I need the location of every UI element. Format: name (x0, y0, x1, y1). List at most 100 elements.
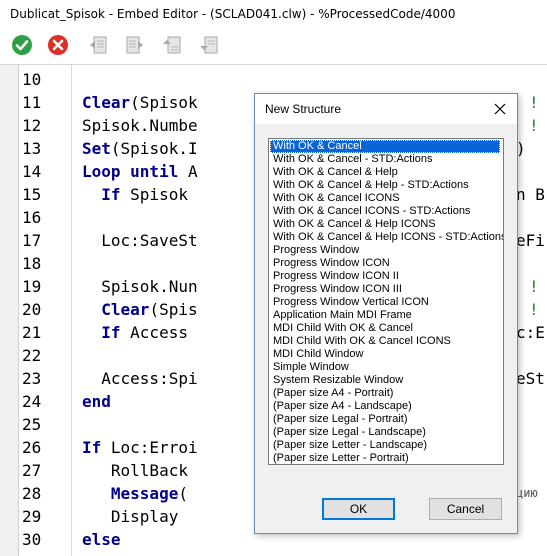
structure-list-item[interactable]: With OK & Cancel ICONS - STD:Actions (270, 205, 500, 218)
structure-list-item[interactable]: With OK & Cancel ICONS (270, 192, 500, 205)
code-fragment: c:E (516, 323, 545, 342)
ok-button[interactable]: OK (322, 498, 395, 520)
code-text: end (82, 390, 111, 413)
code-text: Set(Spisok.I (82, 137, 198, 160)
code-fragment: ! (529, 93, 539, 112)
cancel-button[interactable]: Cancel (429, 498, 502, 520)
code-fragment: ! (529, 300, 539, 319)
code-keyword: If (82, 185, 121, 204)
structure-list-item[interactable]: Progress Window ICON II (270, 270, 500, 283)
code-rest: Loc:Erroi (101, 438, 198, 457)
code-text: If Loc:Erroi (82, 436, 198, 459)
structure-list-item[interactable]: (Paper size A4 - Landscape) (270, 400, 500, 413)
code-rest: RollBack (82, 461, 188, 480)
structure-list-item[interactable]: (Paper size Letter - Landscape) (270, 439, 500, 452)
structure-list-item[interactable]: (Paper size Legal - Landscape) (270, 426, 500, 439)
code-text: If Spisok (82, 183, 188, 206)
line-number: 19 (22, 277, 42, 296)
code-keyword: Clear (82, 300, 150, 319)
code-fragment: n B (516, 185, 545, 204)
line-number: 23 (22, 369, 42, 388)
structure-list-item[interactable]: Progress Window ICON (270, 257, 500, 270)
code-rest: A (178, 162, 198, 181)
code-fragment: eSt (516, 369, 545, 388)
dialog-titlebar: New Structure (255, 94, 517, 124)
toolbar (0, 28, 547, 64)
code-text: Spisok.Nun (82, 275, 198, 298)
code-rest: (Spisok.I (110, 139, 198, 158)
code-rest: Access (120, 323, 188, 342)
line-number: 17 (22, 231, 42, 250)
structure-list-item[interactable]: Application Main MDI Frame (270, 309, 500, 322)
code-keyword: else (82, 530, 121, 549)
dialog-title: New Structure (265, 102, 342, 116)
code-fragment: цию (516, 486, 538, 500)
code-keyword: If (82, 323, 121, 342)
code-keyword: If (82, 438, 102, 457)
code-text: else (82, 528, 121, 551)
structure-list-item[interactable]: MDI Child With OK & Cancel ICONS (270, 335, 500, 348)
new-structure-dialog: New Structure With OK & Cancel With OK & … (254, 93, 518, 534)
code-rest: Loc:SaveSt (82, 231, 198, 250)
check-icon[interactable] (10, 33, 34, 57)
nav-next-icon[interactable] (123, 33, 147, 57)
code-rest: (Spis (149, 300, 198, 319)
structure-list-item[interactable]: MDI Child With OK & Cancel (270, 322, 500, 335)
code-text: Access:Spi (82, 367, 198, 390)
line-number: 25 (22, 415, 42, 434)
close-icon[interactable] (489, 98, 511, 120)
nav-prev-icon[interactable] (86, 33, 110, 57)
structure-list-item[interactable]: System Resizable Window (270, 374, 500, 387)
code-text: RollBack (82, 459, 188, 482)
structure-list-item[interactable]: With OK & Cancel & Help - STD:Actions (270, 179, 500, 192)
structure-list-item[interactable]: With OK & Cancel - STD:Actions (270, 153, 500, 166)
structure-list-item[interactable]: Progress Window (270, 244, 500, 257)
structure-list-item[interactable]: (Paper size A4 - Portrait) (270, 387, 500, 400)
structure-list-item[interactable]: Simple Window (270, 361, 500, 374)
structure-list-item[interactable]: (Paper size Letter - Portrait) (270, 452, 500, 464)
code-fragment: eFi (516, 231, 545, 250)
structure-list-item[interactable]: Progress Window ICON III (270, 283, 500, 296)
code-text: Display (82, 505, 178, 528)
code-keyword: Message (82, 484, 179, 503)
code-text: Loc:SaveSt (82, 229, 198, 252)
code-line[interactable]: 10 (0, 68, 547, 91)
code-rest: (Spisok (130, 93, 198, 112)
structure-list-item[interactable]: MDI Child Window (270, 348, 500, 361)
structure-list-item[interactable]: Progress Window Vertical ICON (270, 296, 500, 309)
structure-list-item[interactable]: With OK & Cancel & Help ICONS - STD:Acti… (270, 231, 503, 244)
line-number: 29 (22, 507, 42, 526)
line-number: 14 (22, 162, 42, 181)
structure-listbox[interactable]: With OK & Cancel With OK & Cancel - STD:A… (268, 138, 504, 465)
code-keyword: Clear (82, 93, 131, 112)
cancel-icon[interactable] (46, 33, 70, 57)
code-text: Message( (82, 482, 188, 505)
code-rest: Spisok.Numbe (82, 116, 198, 135)
code-text: Clear(Spisok (82, 91, 198, 114)
window-titlebar: Dublicat_Spisok - Embed Editor - (SCLAD0… (0, 0, 547, 28)
window-title: Dublicat_Spisok - Embed Editor - (SCLAD0… (10, 7, 456, 21)
line-number: 28 (22, 484, 42, 503)
structure-list-item[interactable]: With OK & Cancel & Help ICONS (270, 218, 500, 231)
nav-up-icon[interactable] (160, 33, 184, 57)
nav-down-icon[interactable] (197, 33, 221, 57)
line-number: 30 (22, 530, 42, 549)
code-text: If Access (82, 321, 188, 344)
code-rest: Access:Spi (82, 369, 198, 388)
code-fragment: ! (529, 116, 539, 135)
code-rest: Display (82, 507, 179, 526)
line-number: 21 (22, 323, 42, 342)
code-text: Clear(Spis (82, 298, 198, 321)
structure-list-item[interactable]: (Paper size Legal - Portrait) (270, 413, 500, 426)
code-text: Loop until A (82, 160, 198, 183)
line-number: 11 (22, 93, 42, 112)
line-number: 22 (22, 346, 42, 365)
code-rest: Spisok.Nun (82, 277, 198, 296)
line-number: 13 (22, 139, 42, 158)
structure-list-item[interactable]: With OK & Cancel (270, 140, 500, 153)
line-number: 27 (22, 461, 42, 480)
structure-list-item[interactable]: With OK & Cancel & Help (270, 166, 500, 179)
code-keyword: Set (82, 139, 111, 158)
line-number: 26 (22, 438, 42, 457)
code-rest: ( (178, 484, 188, 503)
